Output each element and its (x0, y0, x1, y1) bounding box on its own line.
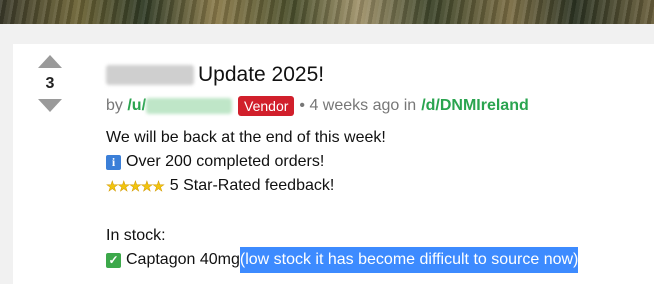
body-line: ✓ Captagon 40mg (low stock it has become … (106, 247, 646, 273)
upvote-arrow-icon[interactable] (38, 55, 62, 68)
selected-text-note: (low stock it has become difficult to so… (239, 247, 579, 273)
body-line2: Over 200 completed orders! (126, 153, 325, 170)
info-icon: i (106, 154, 121, 170)
stock-item: Captagon 40mg (126, 251, 240, 268)
redacted-username (146, 98, 233, 114)
author-link[interactable]: /u/ (127, 97, 146, 115)
post-time: • 4 weeks ago in (299, 97, 417, 114)
star-rating-icon: ★★★★★ (106, 178, 165, 195)
body-line: ★★★★★ 5 Star-Rated feedback! (106, 174, 646, 198)
stock-label: In stock: (106, 227, 166, 244)
post-body: We will be back at the end of this week!… (106, 126, 646, 273)
post-title[interactable]: Update 2025! (106, 63, 324, 87)
body-line: In stock: (106, 224, 646, 248)
author-prefix: by (106, 97, 123, 114)
vendor-badge: Vendor (238, 96, 295, 116)
post-meta: by /u/ Vendor • 4 weeks ago in /d/DNMIre… (106, 96, 529, 116)
body-line: We will be back at the end of this week! (106, 126, 646, 150)
body-line1: We will be back at the end of this week! (106, 129, 386, 146)
vote-column: 3 (37, 55, 63, 112)
check-mark-icon: ✓ (106, 252, 121, 268)
body-line: i Over 200 completed orders! (106, 150, 646, 174)
header-banner-image (0, 0, 654, 24)
body-line3: 5 Star-Rated feedback! (169, 177, 335, 194)
subforum-link[interactable]: /d/DNMIreland (421, 97, 529, 115)
redacted-title-text (106, 65, 194, 85)
post-title-text: Update 2025! (198, 63, 325, 86)
downvote-arrow-icon[interactable] (38, 99, 62, 112)
vote-score: 3 (45, 75, 55, 92)
